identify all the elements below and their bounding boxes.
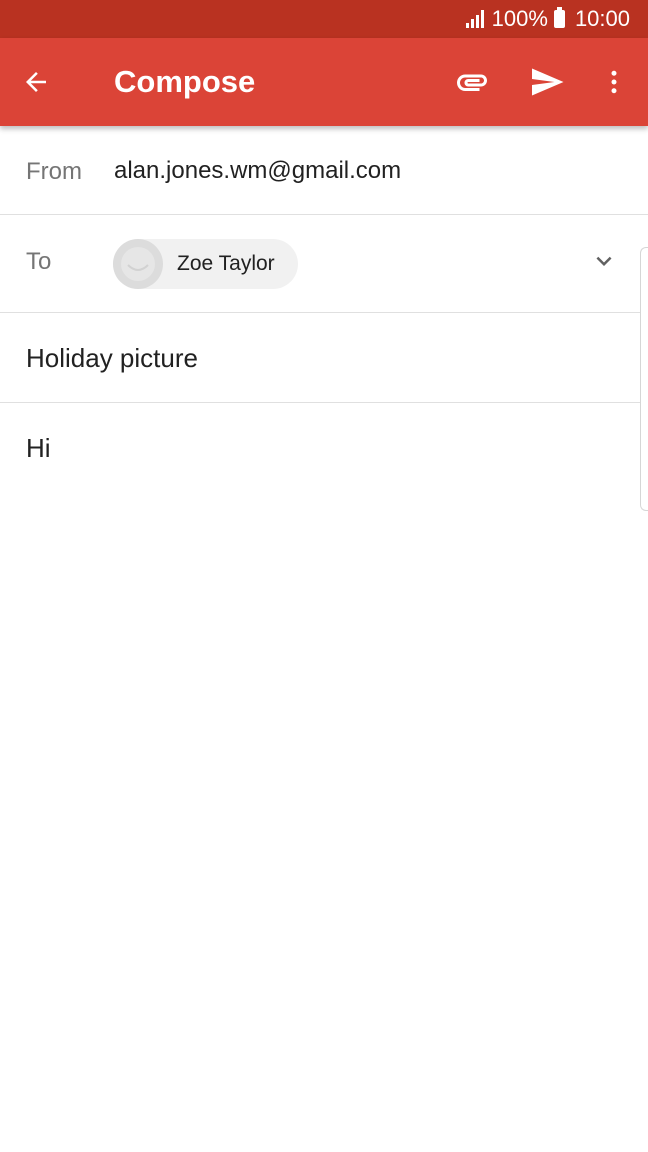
arrow-back-icon xyxy=(26,72,46,92)
send-button[interactable] xyxy=(525,60,569,104)
chevron-down-icon xyxy=(596,256,612,266)
status-bar: 100% 10:00 xyxy=(0,0,648,38)
to-row[interactable]: To Zoe Taylor xyxy=(0,215,648,313)
paperclip-icon xyxy=(457,74,487,91)
recipient-chip[interactable]: Zoe Taylor xyxy=(113,239,298,289)
to-label: To xyxy=(26,248,52,275)
more-vert-icon xyxy=(611,70,617,94)
app-bar: Compose xyxy=(0,38,648,126)
contact-avatar-icon xyxy=(121,247,155,281)
expand-recipients-button[interactable] xyxy=(584,241,624,281)
edge-panel-handle[interactable] xyxy=(640,247,648,511)
attach-button[interactable] xyxy=(450,60,494,104)
battery-icon xyxy=(553,7,565,28)
from-address[interactable]: alan.jones.wm@gmail.com xyxy=(114,157,401,185)
from-label: From xyxy=(26,158,82,185)
back-button[interactable] xyxy=(14,60,58,104)
status-time: 10:00 xyxy=(574,6,630,31)
from-row[interactable]: From alan.jones.wm@gmail.com xyxy=(0,126,648,215)
message-body-field[interactable]: Hi xyxy=(0,403,648,1152)
send-icon xyxy=(532,68,564,96)
battery-percentage: 100% xyxy=(491,6,548,31)
signal-icon xyxy=(465,10,484,28)
message-body-text: Hi xyxy=(26,433,51,463)
more-options-button[interactable] xyxy=(592,60,636,104)
avatar xyxy=(113,239,163,289)
subject-field[interactable]: Holiday picture xyxy=(0,313,648,403)
compose-screen: 100% 10:00 Compose From alan.jones.wm@gm… xyxy=(0,0,648,1152)
recipient-name: Zoe Taylor xyxy=(177,252,275,275)
subject-text: Holiday picture xyxy=(26,343,198,373)
page-title: Compose xyxy=(114,64,256,99)
